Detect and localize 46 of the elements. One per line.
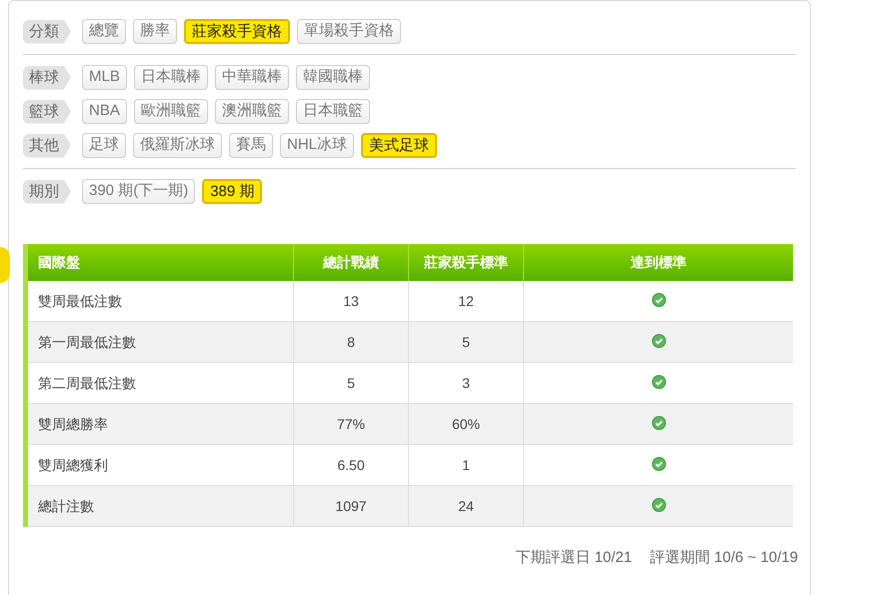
table-cell-text: 總計注數	[37, 496, 95, 516]
filter-option[interactable]: 美式足球	[361, 133, 438, 158]
table-cell: 3	[408, 363, 523, 403]
filter-option[interactable]: MLB	[82, 65, 127, 90]
table-cell-text: 第二周最低注數	[37, 374, 137, 392]
table-cell: 60%	[408, 404, 523, 444]
column-header: 國際盤	[37, 253, 81, 272]
table-cell: 6.50	[293, 445, 408, 485]
filter-option[interactable]: 韓國職棒	[296, 65, 370, 90]
table-cell: 8	[293, 322, 408, 362]
table-cell: 12	[408, 281, 523, 321]
table-cell-text: 第一周最低注數	[37, 332, 137, 352]
table-cell-text: 雙周總獲利	[37, 456, 109, 474]
table-cell: 1	[408, 445, 523, 485]
filter-option[interactable]: 中華職棒	[214, 65, 289, 90]
filter-option[interactable]: 390 期(下一期)	[82, 179, 196, 204]
tab-marker	[0, 247, 10, 283]
table-cell: 5	[293, 363, 408, 403]
next-selection-date: 下期評選日 10/21	[515, 548, 632, 568]
table-cell: 5	[408, 322, 523, 362]
filter-option[interactable]: 總覽	[82, 19, 126, 44]
filter-label: 其他	[23, 134, 71, 158]
table-cell-text: 雙周最低注數	[37, 292, 123, 310]
table-cell: 1097	[293, 486, 408, 526]
table-cell-text: 雙周總勝率	[37, 414, 109, 434]
filter-label: 期別	[23, 180, 71, 204]
filter-option[interactable]: 日本職籃	[296, 99, 370, 124]
filter-label: 棒球	[23, 66, 71, 90]
table-cell: 24	[408, 486, 523, 526]
filter-option[interactable]: 澳洲職籃	[214, 99, 289, 124]
filter-option[interactable]: NBA	[82, 99, 127, 124]
filter-option[interactable]: 歐洲職籃	[134, 99, 208, 124]
table-cell: 77%	[293, 404, 408, 444]
filter-option[interactable]: 勝率	[133, 19, 177, 44]
filter-label: 分類	[23, 20, 71, 44]
selection-period: 評選期間 10/6 ~ 10/19	[650, 548, 798, 568]
filter-option[interactable]: 日本職棒	[134, 65, 208, 90]
filter-label: 籃球	[23, 100, 71, 124]
filter-option[interactable]: 莊家殺手資格	[184, 19, 290, 44]
filter-option[interactable]: 單場殺手資格	[297, 19, 401, 44]
table-cell: 13	[293, 281, 408, 321]
filter-option[interactable]: 俄羅斯冰球	[133, 133, 222, 158]
filter-option[interactable]: 賽馬	[229, 133, 273, 158]
filter-option[interactable]: 389 期	[202, 179, 262, 204]
filter-option[interactable]: NHL冰球	[280, 133, 354, 158]
filter-option[interactable]: 足球	[82, 133, 126, 158]
